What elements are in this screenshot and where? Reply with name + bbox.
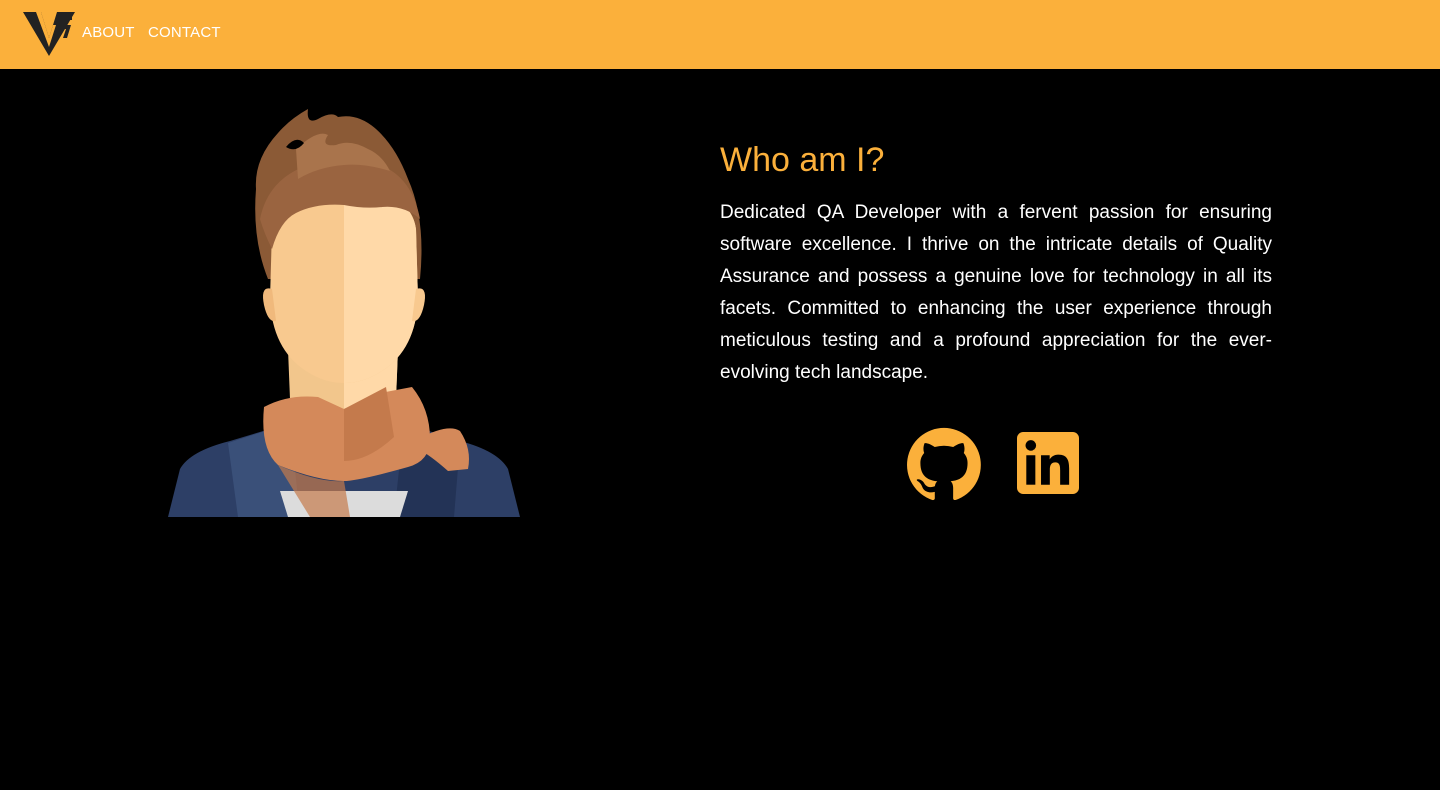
vs-logo-icon[interactable] <box>23 11 75 57</box>
github-link[interactable] <box>906 427 982 501</box>
about-heading: Who am I? <box>720 141 885 179</box>
github-icon <box>907 427 981 501</box>
nav-about-link[interactable]: ABOUT <box>82 24 135 41</box>
avatar-illustration <box>168 109 520 517</box>
about-description: Dedicated QA Developer with a fervent pa… <box>720 202 1272 383</box>
nav-contact-link[interactable]: CONTACT <box>148 24 221 41</box>
linkedin-icon <box>1017 432 1079 494</box>
linkedin-link[interactable] <box>1017 432 1079 494</box>
navbar: ABOUT CONTACT <box>0 0 1440 69</box>
